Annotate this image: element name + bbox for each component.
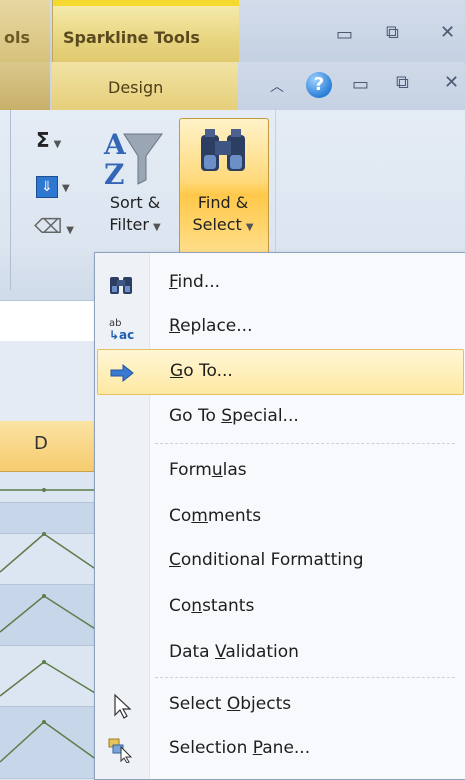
binoculars-icon bbox=[110, 277, 132, 294]
close-icon[interactable]: ✕ bbox=[440, 22, 455, 43]
menu-item-label: Select Objects bbox=[169, 694, 292, 714]
formula-bar[interactable] bbox=[0, 300, 100, 342]
chevron-down-icon: ▼ bbox=[62, 183, 70, 194]
menu-item-constants[interactable]: Constants bbox=[97, 585, 462, 629]
column-header-label: D bbox=[34, 433, 48, 454]
find-select-label-2: Select bbox=[192, 215, 242, 234]
menu-item-data-validation[interactable]: Data Validation bbox=[97, 631, 462, 675]
sort-filter-icon[interactable]: A Z bbox=[100, 126, 166, 188]
svg-text:↳ac: ↳ac bbox=[109, 328, 134, 341]
menu-item-select-objects[interactable]: Select Objects bbox=[97, 683, 462, 727]
menu-item-formulas[interactable]: Formulas bbox=[97, 449, 462, 493]
menu-item-label: Go To... bbox=[170, 361, 233, 381]
doc-restore-icon[interactable]: ⧉ bbox=[396, 72, 409, 93]
chevron-down-icon: ▼ bbox=[245, 222, 254, 233]
sort-filter-button[interactable]: Sort & Filter ▼ bbox=[98, 192, 172, 239]
column-header-d[interactable]: D bbox=[0, 421, 100, 472]
tab-fragment bbox=[0, 62, 50, 110]
help-icon[interactable]: ? bbox=[306, 72, 332, 98]
minimize-icon[interactable]: ▭ bbox=[336, 24, 353, 45]
menu-item-label: Conditional Formatting bbox=[169, 550, 364, 570]
replace-icon: ab ↳ac bbox=[109, 318, 134, 341]
find-select-label-1: Find & bbox=[197, 193, 249, 212]
sort-filter-label-1: Sort & bbox=[109, 193, 161, 212]
menu-item-label: Data Validation bbox=[169, 642, 299, 662]
menu-item-comments[interactable]: Comments bbox=[97, 495, 462, 539]
binoculars-icon bbox=[201, 129, 245, 171]
restore-icon[interactable]: ⧉ bbox=[386, 22, 399, 43]
tab-design-label: Design bbox=[108, 78, 164, 97]
eraser-icon: ⌫ bbox=[34, 214, 63, 238]
menu-item-replace[interactable]: ab ↳ac Replace... bbox=[97, 305, 462, 349]
find-select-label: Find & Select ▼ bbox=[180, 192, 266, 239]
doc-close-icon[interactable]: ✕ bbox=[444, 72, 459, 93]
svg-text:Z: Z bbox=[104, 158, 124, 188]
chevron-down-icon: ▼ bbox=[66, 225, 74, 236]
menu-item-conditional-formatting[interactable]: Conditional Formatting bbox=[97, 539, 462, 583]
collapse-ribbon-icon[interactable]: ︿ bbox=[270, 76, 284, 96]
sparklines bbox=[0, 488, 100, 763]
menu-item-label: Selection Pane... bbox=[169, 738, 311, 758]
menu-item-go-to[interactable]: Go To... bbox=[97, 349, 464, 395]
menu-item-label: Replace... bbox=[169, 316, 253, 336]
chevron-down-icon: ▼ bbox=[152, 222, 161, 233]
menu-separator bbox=[155, 443, 455, 444]
title-bar: ols Sparkline Tools ▭ ⧉ ✕ bbox=[0, 0, 465, 62]
clear-button[interactable]: ⌫ ▼ bbox=[34, 214, 74, 238]
menu-item-label: Constants bbox=[169, 596, 255, 616]
group-separator bbox=[10, 110, 11, 290]
menu-separator bbox=[155, 677, 455, 678]
cursor-icon bbox=[114, 693, 132, 719]
svg-text:A: A bbox=[103, 128, 127, 161]
menu-item-label: Go To Special... bbox=[169, 406, 299, 426]
sigma-icon: Σ bbox=[36, 128, 50, 152]
menu-item-label: Comments bbox=[169, 506, 262, 526]
arrow-right-icon bbox=[110, 363, 134, 383]
menu-item-label: Formulas bbox=[169, 460, 247, 480]
chevron-down-icon: ▼ bbox=[53, 139, 62, 150]
menu-item-go-to-special[interactable]: Go To Special... bbox=[97, 395, 462, 439]
sort-filter-label-2: Filter bbox=[109, 215, 149, 234]
autosum-button[interactable]: Σ ▼ bbox=[36, 128, 61, 152]
menu-item-find[interactable]: Find... bbox=[97, 261, 462, 305]
doc-minimize-icon[interactable]: ▭ bbox=[352, 74, 369, 95]
context-group-label: Sparkline Tools bbox=[63, 28, 200, 47]
selection-pane-icon bbox=[108, 738, 133, 763]
menu-item-label: Find... bbox=[169, 272, 221, 292]
menu-item-selection-pane[interactable]: Selection Pane... bbox=[97, 727, 462, 771]
sheet-area bbox=[0, 341, 100, 421]
fill-down-icon: ⇓ bbox=[36, 176, 58, 198]
sparkline-tools-group: Sparkline Tools bbox=[52, 0, 239, 62]
tab-design[interactable]: Design bbox=[52, 62, 238, 110]
find-select-menu: Find... ab ↳ac Replace... Go To... Go To… bbox=[94, 252, 465, 780]
contextual-tab-label: ols bbox=[4, 28, 30, 47]
ribbon-tab-row: Design ︿ ▭ ⧉ ✕ bbox=[0, 62, 465, 110]
contextual-tab-fragment[interactable]: ols bbox=[0, 0, 50, 62]
fill-button[interactable]: ⇓ ▼ bbox=[36, 172, 70, 198]
